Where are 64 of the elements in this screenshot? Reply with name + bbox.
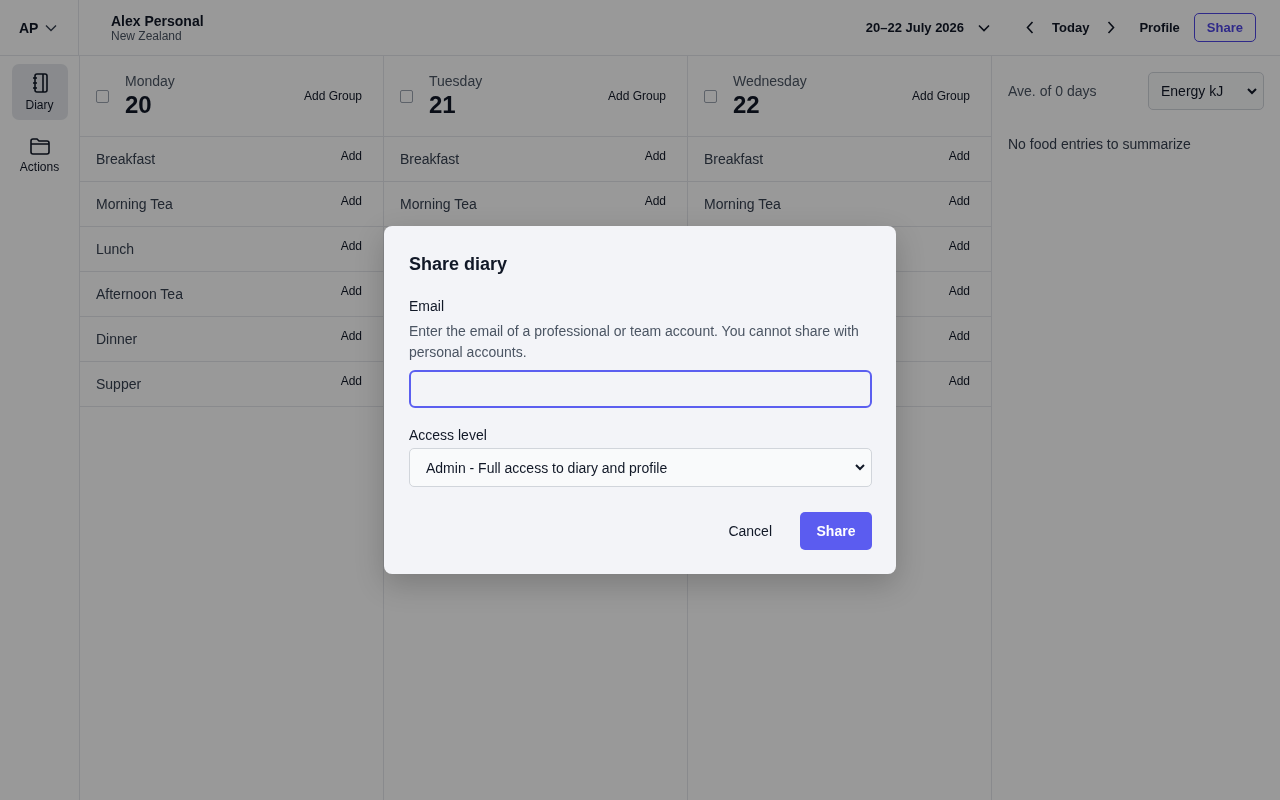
date-number: 20 — [125, 91, 153, 119]
sidebar-item[interactable]: Diary — [11, 64, 68, 120]
account-name: Alex Personal — [111, 12, 204, 29]
add-button[interactable]: Add — [948, 284, 970, 298]
add-button[interactable]: Add — [948, 374, 970, 388]
add-button[interactable]: Add — [340, 284, 362, 298]
add-button[interactable]: Add — [340, 374, 362, 388]
add-button[interactable]: Add — [340, 329, 362, 343]
add-button[interactable]: Add — [948, 194, 970, 208]
chevron-down-icon — [1247, 87, 1257, 95]
account-initials[interactable]: AP — [19, 19, 39, 36]
day-checkbox[interactable] — [704, 89, 717, 103]
share-button[interactable]: Share — [1193, 13, 1256, 42]
add-button[interactable]: Add — [340, 149, 362, 163]
meal-name: Morning Tea — [400, 196, 477, 212]
meal-name: Morning Tea — [704, 196, 781, 212]
access-level-select[interactable]: Admin - Full access to diary and profile — [409, 448, 872, 487]
day-checkbox[interactable] — [400, 89, 413, 103]
add-button[interactable]: Add — [644, 194, 666, 208]
add-button[interactable]: Add — [948, 329, 970, 343]
meal-name: Dinner — [96, 331, 138, 347]
add-button[interactable]: Add — [340, 239, 362, 253]
add-button[interactable]: Add — [340, 194, 362, 208]
add-button[interactable]: Add — [644, 149, 666, 163]
meal-name: Afternoon Tea — [96, 286, 183, 302]
meal-name: Morning Tea — [96, 196, 173, 212]
nutrient-select[interactable]: Energy kJ — [1148, 72, 1264, 110]
email-help-text: Enter the email of a professional or team account. You cannot share with personal accounts. — [409, 322, 860, 362]
day-checkbox[interactable] — [96, 89, 109, 103]
profile-button[interactable]: Profile — [1139, 20, 1180, 35]
add-button[interactable]: Add — [948, 239, 970, 253]
weekday-label: Monday — [125, 73, 175, 89]
date-range[interactable]: 20–22 July 2026 — [865, 20, 965, 35]
email-field[interactable] — [409, 370, 872, 408]
average-label: Ave. of 0 days — [1008, 83, 1097, 99]
weekday-label: Wednesday — [733, 73, 807, 89]
empty-message: No food entries to summarize — [1008, 136, 1192, 152]
weekday-label: Tuesday — [429, 73, 483, 89]
folder-icon — [29, 138, 50, 155]
chevron-down-icon[interactable] — [45, 23, 58, 32]
date-number: 21 — [429, 91, 457, 119]
sidebar-item[interactable]: Actions — [11, 128, 68, 184]
chevron-down-icon[interactable] — [978, 23, 991, 32]
meal-name: Breakfast — [400, 151, 460, 167]
meal-name: Supper — [96, 376, 142, 392]
date-number: 22 — [733, 91, 761, 119]
email-label: Email — [409, 298, 445, 314]
add-group-button[interactable]: Add Group — [607, 89, 666, 103]
add-button[interactable]: Add — [948, 149, 970, 163]
meal-name: Breakfast — [96, 151, 156, 167]
previous-icon[interactable] — [1026, 21, 1035, 34]
add-group-button[interactable]: Add Group — [911, 89, 970, 103]
account-region: New Zealand — [111, 28, 183, 43]
cancel-button[interactable]: Cancel — [728, 523, 772, 539]
meal-name: Breakfast — [704, 151, 764, 167]
chevron-down-icon — [855, 464, 865, 471]
dialog-title: Share diary — [409, 254, 509, 275]
add-group-button[interactable]: Add Group — [303, 89, 362, 103]
next-icon[interactable] — [1107, 21, 1116, 34]
access-level-label: Access level — [409, 427, 488, 443]
share-button[interactable]: Share — [800, 512, 872, 550]
today-button[interactable]: Today — [1052, 20, 1090, 35]
notebook-icon — [30, 72, 49, 93]
meal-name: Lunch — [96, 241, 135, 257]
